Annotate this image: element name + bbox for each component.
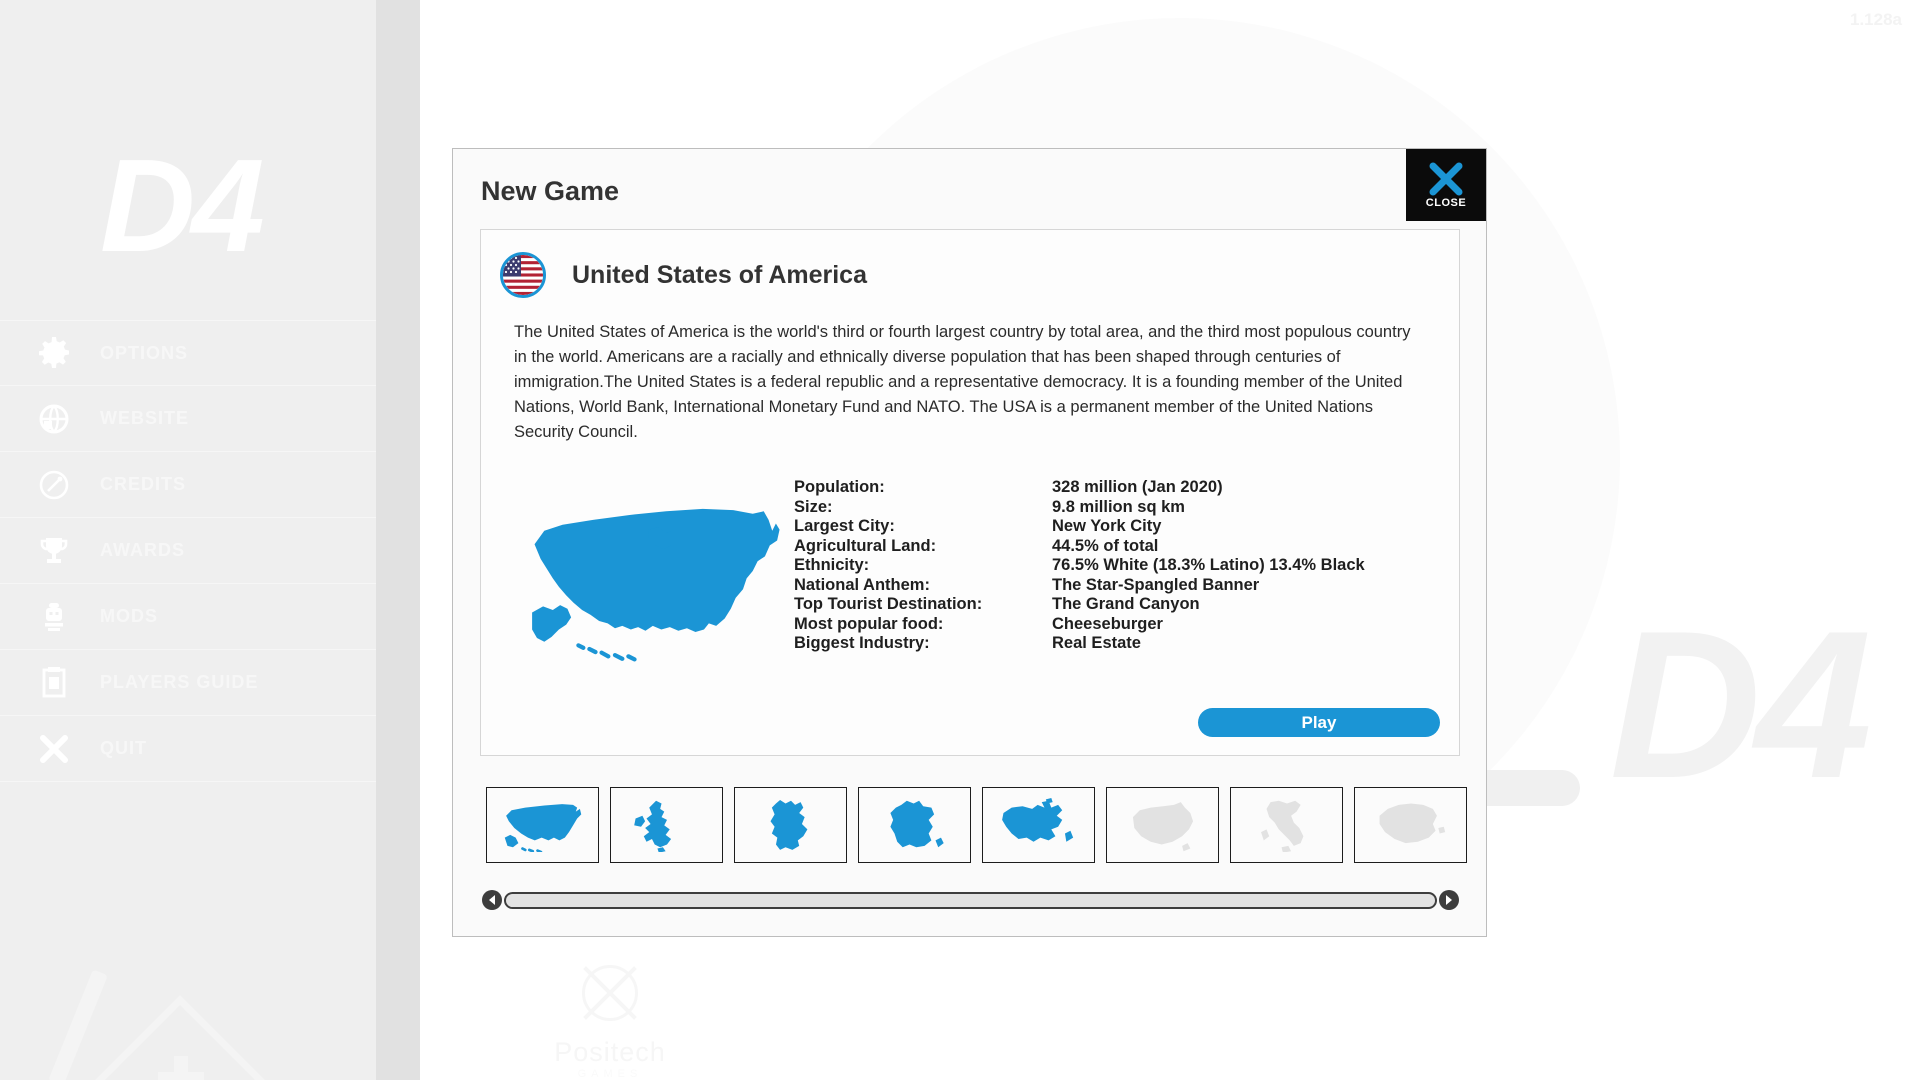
stat-label: Biggest Industry: xyxy=(794,634,930,653)
sidebar-item-options[interactable]: OPTIONS xyxy=(0,320,376,386)
stat-label: National Anthem: xyxy=(794,575,930,594)
country-thumbnail-united-kingdom[interactable] xyxy=(610,787,723,863)
sidebar-item-label: QUIT xyxy=(100,738,147,758)
stat-row: Ethnicity: 76.5% White (18.3% Latino) 13… xyxy=(794,557,1459,574)
close-icon xyxy=(1429,162,1463,195)
app-root: D4 1.128a D4 OPTIONS WEBSITE CREDITS AWA… xyxy=(0,0,1920,1080)
sidebar-item-website[interactable]: WEBSITE xyxy=(0,386,376,452)
stat-row: Agricultural Land: 44.5% of total xyxy=(794,538,1459,555)
stat-row: Top Tourist Destination: The Grand Canyo… xyxy=(794,596,1459,613)
stat-value: The Star-Spangled Banner xyxy=(1052,575,1260,594)
close-button[interactable]: CLOSE xyxy=(1406,149,1486,221)
scrollbar-track[interactable] xyxy=(504,891,1437,909)
stat-value: New York City xyxy=(1052,517,1162,536)
sidebar-item-players-guide[interactable]: PLAYERS GUIDE xyxy=(0,650,376,716)
usa-flag-icon xyxy=(500,252,546,298)
stat-row: Largest City: New York City xyxy=(794,518,1459,535)
stat-row: Population: 328 million (Jan 2020) xyxy=(794,479,1459,496)
italy-thumb-icon xyxy=(1260,800,1303,853)
country-thumbnail-united-states[interactable] xyxy=(486,787,599,863)
sidebar-item-quit[interactable]: QUIT xyxy=(0,716,376,782)
stat-value: Cheeseburger xyxy=(1052,614,1163,633)
country-name: United States of America xyxy=(572,260,867,289)
usa-map-icon xyxy=(532,509,780,662)
chevron-left-icon xyxy=(489,895,495,905)
country-thumbnail-strip xyxy=(486,787,1467,863)
stat-row: Size: 9.8 million sq km xyxy=(794,499,1459,516)
stat-value: 9.8 million sq km xyxy=(1052,497,1185,516)
trophy-icon xyxy=(34,531,74,571)
country-details: Population: 328 million (Jan 2020) Size:… xyxy=(481,475,1459,664)
thumbnail-scrollbar[interactable] xyxy=(482,889,1459,911)
spain-thumb-icon xyxy=(1379,803,1445,843)
sidebar-item-credits[interactable]: CREDITS xyxy=(0,452,376,518)
background-d4-watermark: D4 xyxy=(1609,587,1872,822)
sidebar-item-label: MODS xyxy=(100,606,158,626)
country-header: United States of America xyxy=(481,230,1459,298)
scroll-right-button[interactable] xyxy=(1439,890,1459,910)
robot-icon xyxy=(34,597,74,637)
sidebar-item-mods[interactable]: MODS xyxy=(0,584,376,650)
sidebar-edge-strip xyxy=(376,0,420,1080)
usa-thumb-icon xyxy=(504,803,581,853)
uk-thumb-icon xyxy=(633,800,671,853)
scroll-left-button[interactable] xyxy=(482,890,502,910)
stat-row: Most popular food: Cheeseburger xyxy=(794,616,1459,633)
country-thumbnail-italy[interactable] xyxy=(1230,787,1343,863)
play-button[interactable]: Play xyxy=(1198,708,1440,737)
positech-subtitle: GAMES xyxy=(577,1068,643,1080)
globe-icon xyxy=(34,399,74,439)
app-logo: D4 xyxy=(100,132,265,279)
sidebar-item-label: PLAYERS GUIDE xyxy=(100,672,259,692)
sidebar-item-label: AWARDS xyxy=(100,540,186,560)
positech-name: Positech xyxy=(554,1037,666,1067)
close-button-label: CLOSE xyxy=(1425,196,1467,209)
sidebar: D4 OPTIONS WEBSITE CREDITS AWARDS MODS P… xyxy=(0,0,376,1080)
country-thumbnail-germany[interactable] xyxy=(734,787,847,863)
stat-value: 76.5% White (18.3% Latino) 13.4% Black xyxy=(1052,556,1365,575)
cross-icon xyxy=(34,729,74,769)
compass-icon xyxy=(34,465,74,505)
france-thumb-icon xyxy=(889,800,944,847)
stat-value: 44.5% of total xyxy=(1052,536,1159,555)
canada-thumb-icon xyxy=(1001,797,1073,842)
stat-label: Agricultural Land: xyxy=(794,536,937,555)
stat-label: Most popular food: xyxy=(794,614,944,633)
gear-icon xyxy=(34,333,74,373)
country-description: The United States of America is the worl… xyxy=(514,323,1411,442)
germany-thumb-icon xyxy=(770,799,807,850)
stat-label: Top Tourist Destination: xyxy=(794,595,983,614)
country-thumbnail-spain[interactable] xyxy=(1354,787,1467,863)
stat-label: Ethnicity: xyxy=(794,556,870,575)
country-thumbnail-france[interactable] xyxy=(858,787,971,863)
country-info-panel: United States of America The United Stat… xyxy=(480,229,1460,756)
sidebar-watermark xyxy=(48,960,280,1080)
sidebar-item-label: WEBSITE xyxy=(100,408,190,428)
stat-value: 328 million (Jan 2020) xyxy=(1052,478,1223,497)
book-icon xyxy=(34,663,74,703)
stat-value: Real Estate xyxy=(1052,634,1141,653)
sidebar-menu: OPTIONS WEBSITE CREDITS AWARDS MODS PLAY… xyxy=(0,320,376,782)
stat-label: Population: xyxy=(794,478,885,497)
sidebar-item-label: CREDITS xyxy=(100,474,187,494)
stat-label: Largest City: xyxy=(794,517,895,536)
country-thumbnail-canada[interactable] xyxy=(982,787,1095,863)
stat-row: Biggest Industry: Real Estate xyxy=(794,635,1459,652)
positech-watermark: Positech GAMES Credits xyxy=(500,955,720,1080)
positech-logo-icon xyxy=(572,955,648,1031)
new-game-dialog: New Game CLOSE United States of America … xyxy=(452,148,1487,937)
stat-row: National Anthem: The Star-Spangled Banne… xyxy=(794,577,1459,594)
stat-label: Size: xyxy=(794,497,833,516)
sidebar-item-label: OPTIONS xyxy=(100,342,189,363)
dialog-title: New Game xyxy=(481,176,620,206)
stat-value: The Grand Canyon xyxy=(1052,595,1200,614)
country-stats-table: Population: 328 million (Jan 2020) Size:… xyxy=(794,475,1459,664)
country-thumbnail-australia[interactable] xyxy=(1106,787,1219,863)
chevron-right-icon xyxy=(1446,895,1452,905)
country-map xyxy=(514,475,794,664)
sidebar-item-awards[interactable]: AWARDS xyxy=(0,518,376,584)
version-label: 1.128a xyxy=(1850,10,1902,29)
australia-thumb-icon xyxy=(1132,801,1193,851)
